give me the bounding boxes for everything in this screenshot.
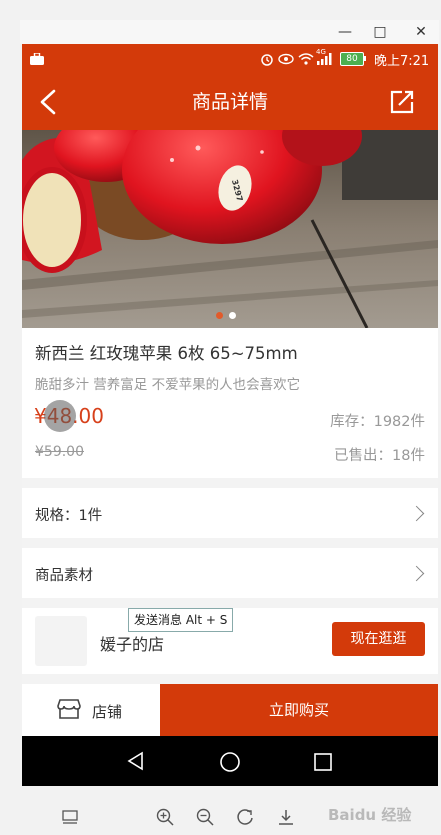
- zoom-out-icon[interactable]: [196, 808, 214, 826]
- wifi-icon: [298, 53, 314, 65]
- close-window-button[interactable]: ✕: [406, 20, 436, 44]
- spec-label: 规格：1件: [35, 508, 103, 524]
- nav-home-icon[interactable]: [219, 751, 241, 773]
- eye-icon: [278, 53, 294, 65]
- minimize-button[interactable]: —: [330, 20, 360, 44]
- page-title: 商品详情: [191, 91, 268, 113]
- download-icon[interactable]: [277, 808, 295, 826]
- visit-shop-button[interactable]: 现在逛逛: [332, 622, 425, 656]
- store-button[interactable]: 店铺: [22, 684, 160, 736]
- original-price: ¥59.00: [35, 444, 84, 460]
- carousel-dot[interactable]: [229, 312, 236, 319]
- sold-count: 已售出：18件: [334, 448, 425, 464]
- material-label: 商品素材: [35, 568, 93, 584]
- chevron-right-icon: [408, 565, 425, 582]
- zoom-in-icon[interactable]: [156, 808, 174, 826]
- nav-recents-icon[interactable]: [314, 753, 332, 771]
- product-subtitle: 脆甜多汁 营养富足 不爱苹果的人也会喜欢它: [35, 377, 301, 393]
- app-bar: 商品详情: [22, 74, 438, 130]
- chevron-right-icon: [408, 505, 425, 522]
- apple-photo: [22, 130, 438, 328]
- battery-level: 80: [346, 54, 358, 64]
- spec-row[interactable]: 规格：1件: [22, 488, 438, 538]
- product-title: 新西兰 红玫瑰苹果 6枚 65~75mm: [35, 344, 298, 363]
- bottom-action-bar: 店铺 立即购买: [22, 684, 438, 736]
- back-arrow-icon[interactable]: [36, 88, 60, 116]
- product-image-carousel[interactable]: 3297: [22, 130, 438, 328]
- edit-share-icon[interactable]: [388, 88, 416, 116]
- alarm-icon: [261, 54, 273, 66]
- screen-icon[interactable]: [62, 810, 78, 824]
- status-bar: 4G 80 晚上7:21: [22, 44, 438, 74]
- maximize-button[interactable]: □: [365, 20, 395, 44]
- battery-tip: [364, 56, 366, 61]
- nav-back-icon[interactable]: [126, 751, 146, 771]
- rotate-icon[interactable]: [236, 808, 254, 826]
- android-nav-bar: [22, 736, 438, 786]
- clock: 晚上7:21: [374, 54, 430, 69]
- product-info: 新西兰 红玫瑰苹果 6枚 65~75mm 脆甜多汁 营养富足 不爱苹果的人也会喜…: [22, 328, 438, 478]
- shop-name: 媛子的店: [100, 635, 165, 654]
- briefcase-icon: [30, 53, 44, 65]
- material-row[interactable]: 商品素材: [22, 548, 438, 598]
- battery-icon: 80: [340, 52, 364, 66]
- signal-icon: [317, 53, 332, 65]
- baidu-watermark: Baidu 经验: [328, 806, 412, 824]
- stock-count: 库存：1982件: [330, 414, 425, 430]
- emulator-titlebar: — □ ✕: [20, 20, 439, 44]
- shop-avatar: [35, 616, 87, 666]
- store-label: 店铺: [92, 703, 123, 721]
- buy-now-button[interactable]: 立即购买: [160, 684, 438, 736]
- store-icon: [57, 699, 81, 719]
- tooltip: 发送消息 Alt + S: [128, 608, 234, 632]
- cursor-overlay: [44, 400, 76, 432]
- phone-screen: 4G 80 晚上7:21 商品详情 3297 新西兰 红玫瑰苹果 6枚 65~7…: [22, 44, 438, 786]
- carousel-dot-active[interactable]: [216, 312, 223, 319]
